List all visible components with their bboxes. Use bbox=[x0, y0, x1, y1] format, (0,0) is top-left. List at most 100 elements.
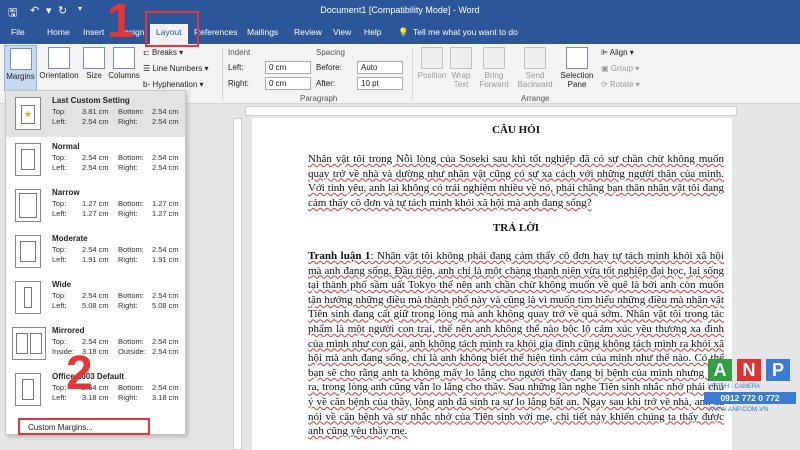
orientation-button[interactable]: Orientation bbox=[38, 47, 80, 80]
margin-value: 2.54 cm bbox=[152, 383, 179, 392]
margin-value: 1.27 cm bbox=[82, 199, 109, 208]
margin-option-mirrored[interactable]: Mirrored Top: 2.54 cm Bottom: 2.54 cm In… bbox=[6, 321, 185, 367]
arrange-group-label: Arrange bbox=[521, 94, 550, 103]
orientation-label: Orientation bbox=[39, 71, 79, 80]
answer-paragraph: Tranh luận 1: Nhân vật tôi không phải đa… bbox=[308, 249, 724, 439]
margin-option-office-2003[interactable]: Office 2003 Default Top: 2.54 cm Bottom:… bbox=[6, 367, 185, 413]
bring-forward-label: Bring Forward bbox=[479, 71, 509, 89]
tab-mailings[interactable]: Mailings bbox=[247, 27, 278, 37]
breaks-icon: ⊏ bbox=[143, 48, 152, 57]
selection-pane-icon bbox=[566, 47, 588, 69]
margin-label: Top: bbox=[52, 245, 67, 254]
size-icon bbox=[83, 47, 105, 69]
vertical-ruler[interactable] bbox=[233, 118, 242, 450]
tab-review[interactable]: Review bbox=[294, 27, 322, 37]
selection-pane-label: Selection Pane bbox=[560, 71, 594, 89]
indent-right-input[interactable]: 0 cm bbox=[265, 77, 311, 90]
margin-option-wide[interactable]: Wide Top: 2.54 cm Bottom: 2.54 cm Left: … bbox=[6, 275, 185, 321]
margin-value: 2.54 cm bbox=[152, 347, 179, 356]
rotate-label: Rotate bbox=[609, 80, 634, 89]
indent-left-input[interactable]: 0 cm bbox=[265, 61, 311, 74]
margin-option-name: Normal bbox=[52, 142, 80, 151]
wrap-text-button[interactable]: Wrap Text bbox=[450, 47, 472, 89]
step-1-marker: 1 bbox=[107, 0, 134, 48]
tab-file[interactable]: File bbox=[11, 27, 25, 37]
spacing-before-input[interactable]: Auto bbox=[357, 61, 403, 74]
margin-label: Left: bbox=[52, 209, 67, 218]
paragraph-group-label: Paragraph bbox=[300, 94, 338, 103]
margin-preview-icon bbox=[15, 189, 41, 222]
answer-label: Tranh luận 1 bbox=[308, 250, 371, 262]
tab-insert[interactable]: Insert bbox=[83, 27, 104, 37]
margin-value: 1.91 cm bbox=[82, 255, 109, 264]
margin-value: 2.54 cm bbox=[82, 245, 109, 254]
indent-left-label: Left: bbox=[228, 63, 244, 72]
breaks-button[interactable]: ⊏ Breaks ▾ bbox=[143, 48, 183, 57]
margin-value: 2.54 cm bbox=[82, 291, 109, 300]
orientation-icon bbox=[48, 47, 70, 69]
margin-value: 1.27 cm bbox=[152, 199, 179, 208]
rotate-button[interactable]: ⟳ Rotate ▾ bbox=[601, 80, 640, 89]
margins-button[interactable]: Margins bbox=[4, 45, 37, 91]
tell-me-search[interactable]: Tell me what you want to do bbox=[413, 27, 518, 37]
columns-button[interactable]: Columns bbox=[107, 47, 141, 80]
send-backward-button[interactable]: Send Backward bbox=[515, 47, 555, 89]
layout-tab-highlight bbox=[145, 11, 199, 47]
tab-home[interactable]: Home bbox=[47, 27, 70, 37]
tab-references[interactable]: References bbox=[194, 27, 237, 37]
margin-preview-icon bbox=[15, 143, 41, 176]
margin-label: Bottom: bbox=[118, 383, 144, 392]
indent-right-label: Right: bbox=[228, 79, 249, 88]
document-page[interactable]: CÂU HỎI Nhân vật tôi trong Nỗi lòng của … bbox=[252, 118, 732, 450]
margin-label: Top: bbox=[52, 107, 67, 116]
margin-value: 2.54 cm bbox=[152, 117, 179, 126]
bring-forward-icon bbox=[483, 47, 505, 69]
margin-option-name: Wide bbox=[52, 280, 72, 289]
position-button[interactable]: Position bbox=[416, 47, 448, 80]
margin-value: 5.08 cm bbox=[152, 301, 179, 310]
group-label: Group bbox=[610, 64, 634, 73]
margin-value: 2.54 cm bbox=[82, 153, 109, 162]
question-paragraph: Nhân vật tôi trong Nỗi lòng của Soseki s… bbox=[308, 153, 724, 209]
tab-help[interactable]: Help bbox=[364, 27, 381, 37]
margin-label: Bottom: bbox=[118, 107, 144, 116]
spacing-before-label: Before: bbox=[316, 63, 342, 72]
anp-logo: A N P VI TÍNH - CAMERA 0912 772 0 772 WW… bbox=[704, 357, 796, 419]
line-numbers-icon: ☰ bbox=[143, 64, 153, 73]
wrap-text-label: Wrap Text bbox=[451, 71, 471, 89]
star-icon: ★ bbox=[24, 109, 33, 119]
custom-margins-button[interactable]: Custom Margins... bbox=[18, 418, 150, 435]
line-numbers-label: Line Numbers bbox=[152, 64, 203, 73]
margin-label: Top: bbox=[52, 153, 67, 162]
margin-preview-icon bbox=[12, 327, 46, 360]
group-icon: ▣ bbox=[601, 64, 611, 73]
margin-value: 3.18 cm bbox=[152, 393, 179, 402]
size-button[interactable]: Size bbox=[82, 47, 106, 80]
margin-option-normal[interactable]: Normal Top: 2.54 cm Bottom: 2.54 cm Left… bbox=[6, 137, 185, 183]
margin-option-moderate[interactable]: Moderate Top: 2.54 cm Bottom: 2.54 cm Le… bbox=[6, 229, 185, 275]
margin-option-last-custom[interactable]: ★ Last Custom Setting Top: 3.81 cm Botto… bbox=[6, 91, 185, 137]
lightbulb-icon: 💡 bbox=[398, 27, 409, 37]
spacing-after-input[interactable]: 10 pt bbox=[357, 77, 403, 90]
group-button[interactable]: ▣ Group ▾ bbox=[601, 64, 639, 73]
line-numbers-button[interactable]: ☰ Line Numbers ▾ bbox=[143, 64, 208, 73]
margin-label: Top: bbox=[52, 199, 67, 208]
hyphenation-button[interactable]: b‑ Hyphenation ▾ bbox=[143, 80, 204, 89]
columns-label: Columns bbox=[108, 71, 140, 80]
margins-label: Margins bbox=[6, 72, 35, 81]
heading-question: CÂU HỎI bbox=[492, 124, 540, 136]
margin-label: Left: bbox=[52, 117, 67, 126]
margin-label: Bottom: bbox=[118, 199, 144, 208]
margin-value: 1.91 cm bbox=[152, 255, 179, 264]
horizontal-ruler[interactable] bbox=[245, 106, 737, 116]
align-button[interactable]: ⊫ Align ▾ bbox=[601, 48, 634, 57]
margin-option-name: Narrow bbox=[52, 188, 80, 197]
margin-label: Right: bbox=[118, 301, 138, 310]
logo-letter-a: A bbox=[708, 359, 732, 381]
position-icon bbox=[421, 47, 443, 69]
selection-pane-button[interactable]: Selection Pane bbox=[558, 47, 596, 89]
bring-forward-button[interactable]: Bring Forward bbox=[476, 47, 512, 89]
tab-view[interactable]: View bbox=[333, 27, 351, 37]
margin-option-narrow[interactable]: Narrow Top: 1.27 cm Bottom: 1.27 cm Left… bbox=[6, 183, 185, 229]
logo-letters: A N P bbox=[704, 357, 796, 381]
